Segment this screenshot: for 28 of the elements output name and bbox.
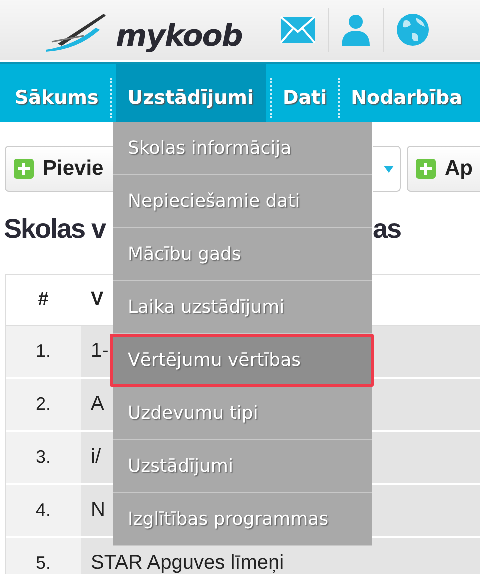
- table-cell: 2.: [6, 379, 81, 430]
- nav-tab[interactable]: Nodarbība: [344, 64, 470, 122]
- nav-tab[interactable]: Dati: [276, 64, 334, 122]
- table-cell: 1.: [6, 326, 81, 377]
- menu-item[interactable]: Nepieciešamie dati: [113, 175, 372, 228]
- page-title: Skolas v: [4, 214, 106, 245]
- menu-item[interactable]: Izglītības programmas: [113, 493, 372, 546]
- menu-item[interactable]: Skolas informācija: [113, 122, 372, 175]
- menu-item[interactable]: Vērtējumu vērtības: [110, 334, 374, 387]
- table-cell: 5.: [6, 538, 81, 574]
- nav-tab[interactable]: Uzstādījumi: [116, 64, 266, 122]
- page-title: as: [373, 214, 402, 245]
- menu-item[interactable]: Uzdevumu tipi: [113, 387, 372, 440]
- menu-item[interactable]: Uzstādījumi: [113, 440, 372, 493]
- mail-icon[interactable]: [280, 16, 316, 44]
- table-cell: 4.: [6, 485, 81, 536]
- globe-icon[interactable]: [396, 13, 430, 47]
- add-button[interactable]: Pievie: [5, 146, 113, 192]
- user-icon[interactable]: [341, 14, 371, 46]
- menu-item[interactable]: Mācību gads: [113, 228, 372, 281]
- add-button[interactable]: Ap: [407, 146, 480, 192]
- plus-icon: [416, 159, 436, 179]
- table-cell: 3.: [6, 432, 81, 483]
- caret-icon: [384, 166, 394, 172]
- logo-text[interactable]: mykoob: [116, 22, 242, 52]
- plus-icon: [14, 159, 34, 179]
- nav-tab[interactable]: Sākums: [8, 64, 106, 122]
- dropdown[interactable]: [373, 146, 401, 192]
